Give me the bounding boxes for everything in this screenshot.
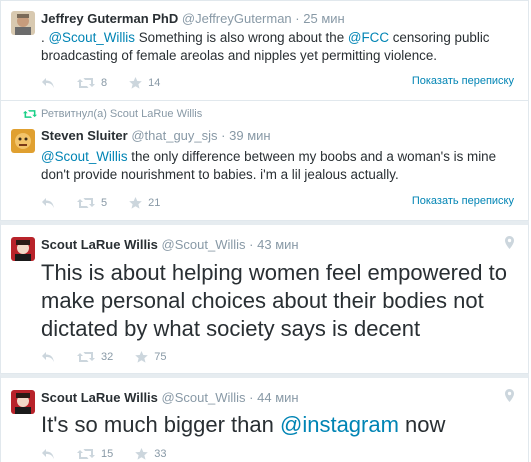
username[interactable]: @JeffreyGuterman (182, 11, 292, 26)
avatar[interactable] (11, 237, 35, 261)
tweet-text: @Scout_Willis the only difference betwee… (41, 148, 518, 184)
timestamp[interactable]: 43 мин (257, 237, 298, 252)
tweet-actions: 15 33 (41, 446, 189, 462)
retweet-count: 15 (101, 448, 114, 460)
favorite-count: 75 (154, 351, 167, 363)
tweet-actions: 8 14 (41, 75, 182, 91)
text-segment: It's so much bigger than (41, 412, 280, 437)
retweet-icon (77, 351, 95, 363)
favorite-icon (135, 351, 149, 363)
retweet-button[interactable]: 15 (77, 448, 113, 460)
tweet-header: Scout LaRue Willis @Scout_Willis · 44 ми… (41, 390, 299, 406)
reply-icon (41, 197, 55, 209)
reply-icon (41, 448, 55, 460)
mention-link[interactable]: @Scout_Willis (48, 30, 135, 45)
mention-link[interactable]: @FCC (348, 30, 389, 45)
favorite-count: 14 (148, 77, 161, 89)
reply-icon (41, 77, 55, 89)
avatar[interactable] (11, 390, 35, 414)
fullname[interactable]: Scout LaRue Willis (41, 390, 158, 405)
favorite-button[interactable]: 33 (135, 448, 167, 460)
retweet-button[interactable]: 32 (77, 351, 113, 363)
tweet-actions: 5 21 (41, 195, 182, 211)
retweet-button[interactable]: 8 (77, 77, 107, 89)
retweet-count: 32 (101, 351, 114, 363)
fullname[interactable]: Scout LaRue Willis (41, 237, 158, 252)
tweet-actions: 32 75 (41, 349, 189, 365)
tweet-text: This is about helping women feel empower… (41, 260, 507, 341)
tweet[interactable]: Jeffrey Guterman PhD @JeffreyGuterman · … (0, 0, 529, 101)
username[interactable]: @that_guy_sjs (131, 128, 217, 143)
text-segment: now (398, 412, 446, 437)
text-segment: Something is also wrong about the (134, 30, 348, 45)
location-pin-icon[interactable] (505, 236, 514, 249)
favorite-button[interactable]: 14 (129, 77, 160, 89)
reply-button[interactable] (41, 197, 55, 209)
favorite-icon (129, 197, 142, 209)
separator-dot: · (249, 237, 254, 252)
retweeted-by-context: Ретвитнул(а) Scout LaRue Willis (23, 108, 202, 120)
separator-dot: · (295, 11, 300, 26)
fullname[interactable]: Jeffrey Guterman PhD (41, 11, 178, 26)
reply-button[interactable] (41, 77, 55, 89)
favorite-icon (135, 448, 149, 460)
favorite-button[interactable]: 21 (129, 197, 160, 209)
retweet-icon (77, 197, 95, 209)
retweet-count: 5 (101, 197, 108, 209)
favorite-icon (129, 77, 142, 89)
timestamp[interactable]: 44 мин (257, 390, 298, 405)
favorite-count: 33 (154, 448, 167, 460)
tweet-text: . @Scout_Willis Something is also wrong … (41, 29, 518, 65)
retweet-icon (77, 77, 95, 89)
avatar[interactable] (11, 11, 35, 35)
retweet-count: 8 (101, 77, 108, 89)
tweet-header: Jeffrey Guterman PhD @JeffreyGuterman · … (41, 11, 345, 27)
mention-link[interactable]: @instagram (280, 412, 399, 437)
reply-button[interactable] (41, 351, 55, 363)
tweet[interactable]: Scout LaRue Willis @Scout_Willis · 44 ми… (0, 374, 529, 462)
username[interactable]: @Scout_Willis (162, 237, 246, 252)
separator-dot: · (249, 390, 254, 405)
timestamp[interactable]: 39 мин (229, 128, 270, 143)
timestamp[interactable]: 25 мин (303, 11, 344, 26)
retweet-button[interactable]: 5 (77, 197, 107, 209)
reply-button[interactable] (41, 448, 55, 460)
tweet[interactable]: Ретвитнул(а) Scout LaRue Willis Steven S… (0, 101, 529, 221)
retweet-icon (77, 448, 95, 460)
tweet-header: Scout LaRue Willis @Scout_Willis · 43 ми… (41, 237, 299, 253)
show-conversation-link[interactable]: Показать переписку (412, 195, 514, 207)
avatar[interactable] (11, 129, 35, 153)
tweet-header: Steven Sluiter @that_guy_sjs · 39 мин (41, 128, 271, 144)
reply-icon (41, 351, 55, 363)
retweeted-by-label[interactable]: Ретвитнул(а) Scout LaRue Willis (41, 108, 202, 120)
location-pin-icon[interactable] (505, 389, 514, 402)
favorite-count: 21 (148, 197, 161, 209)
username[interactable]: @Scout_Willis (162, 390, 246, 405)
fullname[interactable]: Steven Sluiter (41, 128, 128, 143)
favorite-button[interactable]: 75 (135, 351, 167, 363)
retweet-icon (23, 109, 41, 119)
separator-dot: · (221, 128, 226, 143)
show-conversation-link[interactable]: Показать переписку (412, 75, 514, 87)
tweet-text: It's so much bigger than @instagram now (41, 411, 518, 439)
tweet[interactable]: Scout LaRue Willis @Scout_Willis · 43 ми… (0, 221, 529, 374)
mention-link[interactable]: @Scout_Willis (41, 149, 128, 164)
